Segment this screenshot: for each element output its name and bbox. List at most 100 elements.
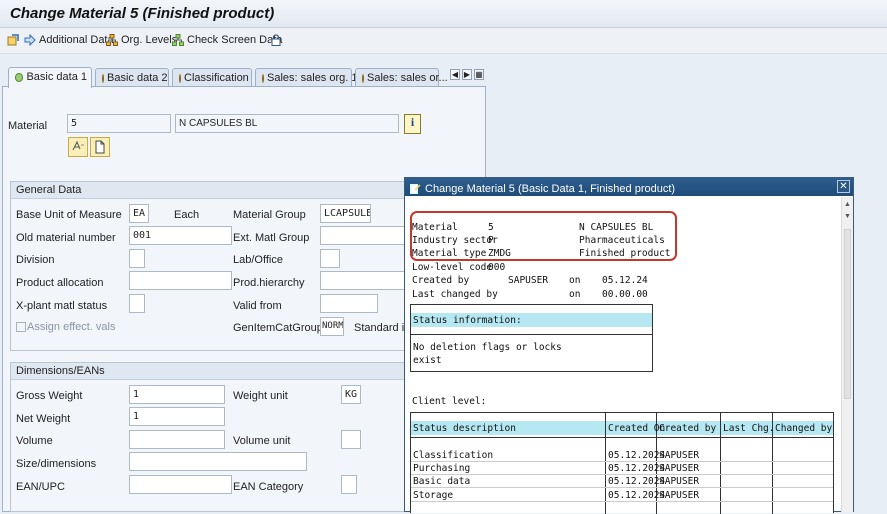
tab-sales-org-2[interactable]: Sales: sales or... bbox=[355, 68, 448, 87]
col-header-last-change: Last Chg. bbox=[723, 423, 775, 434]
old-material-field[interactable]: 001 bbox=[129, 226, 232, 245]
row-divider bbox=[411, 474, 833, 475]
base-uom-field[interactable]: EA bbox=[129, 204, 149, 223]
scroll-up-icon[interactable]: ▲ bbox=[844, 201, 851, 208]
net-weight-label: Net Weight bbox=[16, 413, 71, 425]
tab-status-ok-icon bbox=[15, 73, 24, 82]
material-group-field[interactable]: LCAPSULES bbox=[320, 204, 371, 223]
material-description-field[interactable]: N CAPSULES BL bbox=[175, 114, 399, 133]
industry-sector-value: P bbox=[488, 235, 494, 246]
tab-list-button[interactable]: ▦ bbox=[474, 69, 484, 80]
tab-label: Classification bbox=[184, 72, 249, 84]
valid-from-label: Valid from bbox=[233, 300, 282, 312]
table-row-description: Purchasing bbox=[413, 463, 471, 474]
col-header-changed-by: Changed by bbox=[775, 423, 833, 434]
industry-sector-desc: Pharmaceuticals bbox=[579, 235, 665, 246]
old-material-label: Old material number bbox=[16, 232, 116, 244]
table-row-created-on: 05.12.2024 bbox=[608, 450, 666, 461]
org-levels-button[interactable]: Org. Levels bbox=[106, 34, 177, 46]
net-weight-field[interactable]: 1 bbox=[129, 407, 225, 426]
display-change-button[interactable] bbox=[7, 34, 19, 46]
gen-item-cat-field[interactable]: NORM bbox=[320, 317, 344, 336]
client-level-label: Client level: bbox=[412, 396, 487, 407]
ext-matl-group-field[interactable] bbox=[320, 226, 410, 245]
language-button[interactable] bbox=[68, 137, 88, 157]
popup-close-button[interactable]: ✕ bbox=[837, 180, 850, 193]
xplant-status-field[interactable] bbox=[129, 294, 145, 313]
base-uom-label: Base Unit of Measure bbox=[16, 209, 122, 221]
tab-label: Basic data 2 bbox=[107, 72, 168, 84]
ean-upc-field[interactable] bbox=[129, 475, 232, 494]
org-levels-label: Org. Levels bbox=[121, 34, 178, 46]
material-label: Material bbox=[8, 120, 48, 132]
status-information-box: Status information: No deletion flags or… bbox=[410, 304, 653, 372]
low-level-code-value: 000 bbox=[488, 262, 506, 273]
size-dimensions-field[interactable] bbox=[129, 452, 307, 471]
col-header-created-by: Created by bbox=[659, 423, 717, 434]
long-text-button[interactable] bbox=[90, 137, 110, 157]
gross-weight-field[interactable]: 1 bbox=[129, 385, 225, 404]
prod-hierarchy-label: Prod.hierarchy bbox=[233, 277, 305, 289]
row-divider bbox=[411, 501, 833, 502]
tab-sales-org-1[interactable]: Sales: sales org. 1 bbox=[255, 68, 358, 87]
check-screen-data-label: Check Screen Data bbox=[187, 34, 283, 46]
row-divider bbox=[411, 461, 833, 462]
tab-basic-data-2[interactable]: Basic data 2 bbox=[95, 68, 169, 87]
table-row-description: Classification bbox=[413, 450, 494, 461]
division-field[interactable] bbox=[129, 249, 145, 268]
popup-title-bar: Change Material 5 (Basic Data 1, Finishe… bbox=[405, 178, 853, 196]
status-popup-window: Change Material 5 (Basic Data 1, Finishe… bbox=[404, 177, 854, 514]
prod-hierarchy-field[interactable] bbox=[320, 271, 410, 290]
gross-weight-label: Gross Weight bbox=[16, 390, 83, 402]
product-allocation-field[interactable] bbox=[129, 271, 232, 290]
volume-unit-field[interactable] bbox=[341, 430, 361, 449]
tab-classification[interactable]: Classification bbox=[172, 68, 252, 87]
status-information-title: Status information: bbox=[413, 315, 522, 326]
status-info-line-1: No deletion flags or locks bbox=[413, 342, 562, 353]
tab-scroll-left-button[interactable]: ◀ bbox=[450, 69, 460, 80]
scroll-thumb[interactable] bbox=[844, 229, 851, 399]
product-allocation-label: Product allocation bbox=[16, 277, 104, 289]
popup-vertical-scrollbar[interactable]: ▲ ▼ bbox=[841, 197, 853, 512]
scroll-down-icon[interactable]: ▼ bbox=[844, 213, 851, 220]
volume-field[interactable] bbox=[129, 430, 225, 449]
table-row-description: Storage bbox=[413, 490, 454, 501]
window-title: Change Material 5 (Finished product) bbox=[10, 5, 275, 22]
division-label: Division bbox=[16, 254, 55, 266]
ean-category-field[interactable] bbox=[341, 475, 357, 494]
material-number-field: 5 bbox=[67, 114, 171, 133]
info-icon[interactable]: i bbox=[404, 114, 421, 134]
table-row-created-by: SAPUSER bbox=[659, 490, 700, 501]
created-on-date: 05.12.24 bbox=[602, 275, 648, 286]
volume-unit-label: Volume unit bbox=[233, 435, 291, 447]
additional-data-label: Additional Data bbox=[39, 34, 114, 46]
gen-item-cat-text: Standard item bbox=[354, 322, 406, 334]
lock-button[interactable] bbox=[270, 34, 282, 46]
tab-status-icon bbox=[262, 74, 264, 83]
created-on-label: on bbox=[569, 275, 581, 286]
row-divider bbox=[411, 487, 833, 488]
popup-title: Change Material 5 (Basic Data 1, Finishe… bbox=[425, 182, 676, 195]
tab-scroll-right-button[interactable]: ▶ bbox=[462, 69, 472, 80]
edit-document-icon bbox=[410, 184, 421, 194]
application-toolbar: Additional Data Org. Levels Check Screen… bbox=[0, 28, 887, 54]
document-icon bbox=[95, 140, 105, 154]
weight-unit-field[interactable]: KG bbox=[341, 385, 361, 404]
table-row-description: Basic data bbox=[413, 476, 471, 487]
check-screen-data-button[interactable]: Check Screen Data bbox=[172, 34, 282, 46]
base-uom-text: Each bbox=[174, 209, 200, 221]
table-row-created-on: 05.12.2024 bbox=[608, 476, 666, 487]
created-by-label: Created by bbox=[412, 275, 470, 286]
table-row-created-by: SAPUSER bbox=[659, 463, 700, 474]
additional-data-button[interactable]: Additional Data bbox=[24, 34, 114, 46]
tab-basic-data-1[interactable]: Basic data 1 bbox=[8, 67, 92, 88]
material-type-label: Material type bbox=[412, 248, 487, 259]
col-divider bbox=[605, 413, 606, 514]
lock-icon bbox=[271, 34, 281, 46]
valid-from-field[interactable] bbox=[320, 294, 378, 313]
assign-effect-checkbox[interactable] bbox=[16, 322, 26, 332]
tab-status-icon bbox=[362, 74, 364, 83]
lab-office-field[interactable] bbox=[320, 249, 340, 268]
translate-icon bbox=[72, 140, 84, 151]
status-divider bbox=[411, 334, 652, 335]
